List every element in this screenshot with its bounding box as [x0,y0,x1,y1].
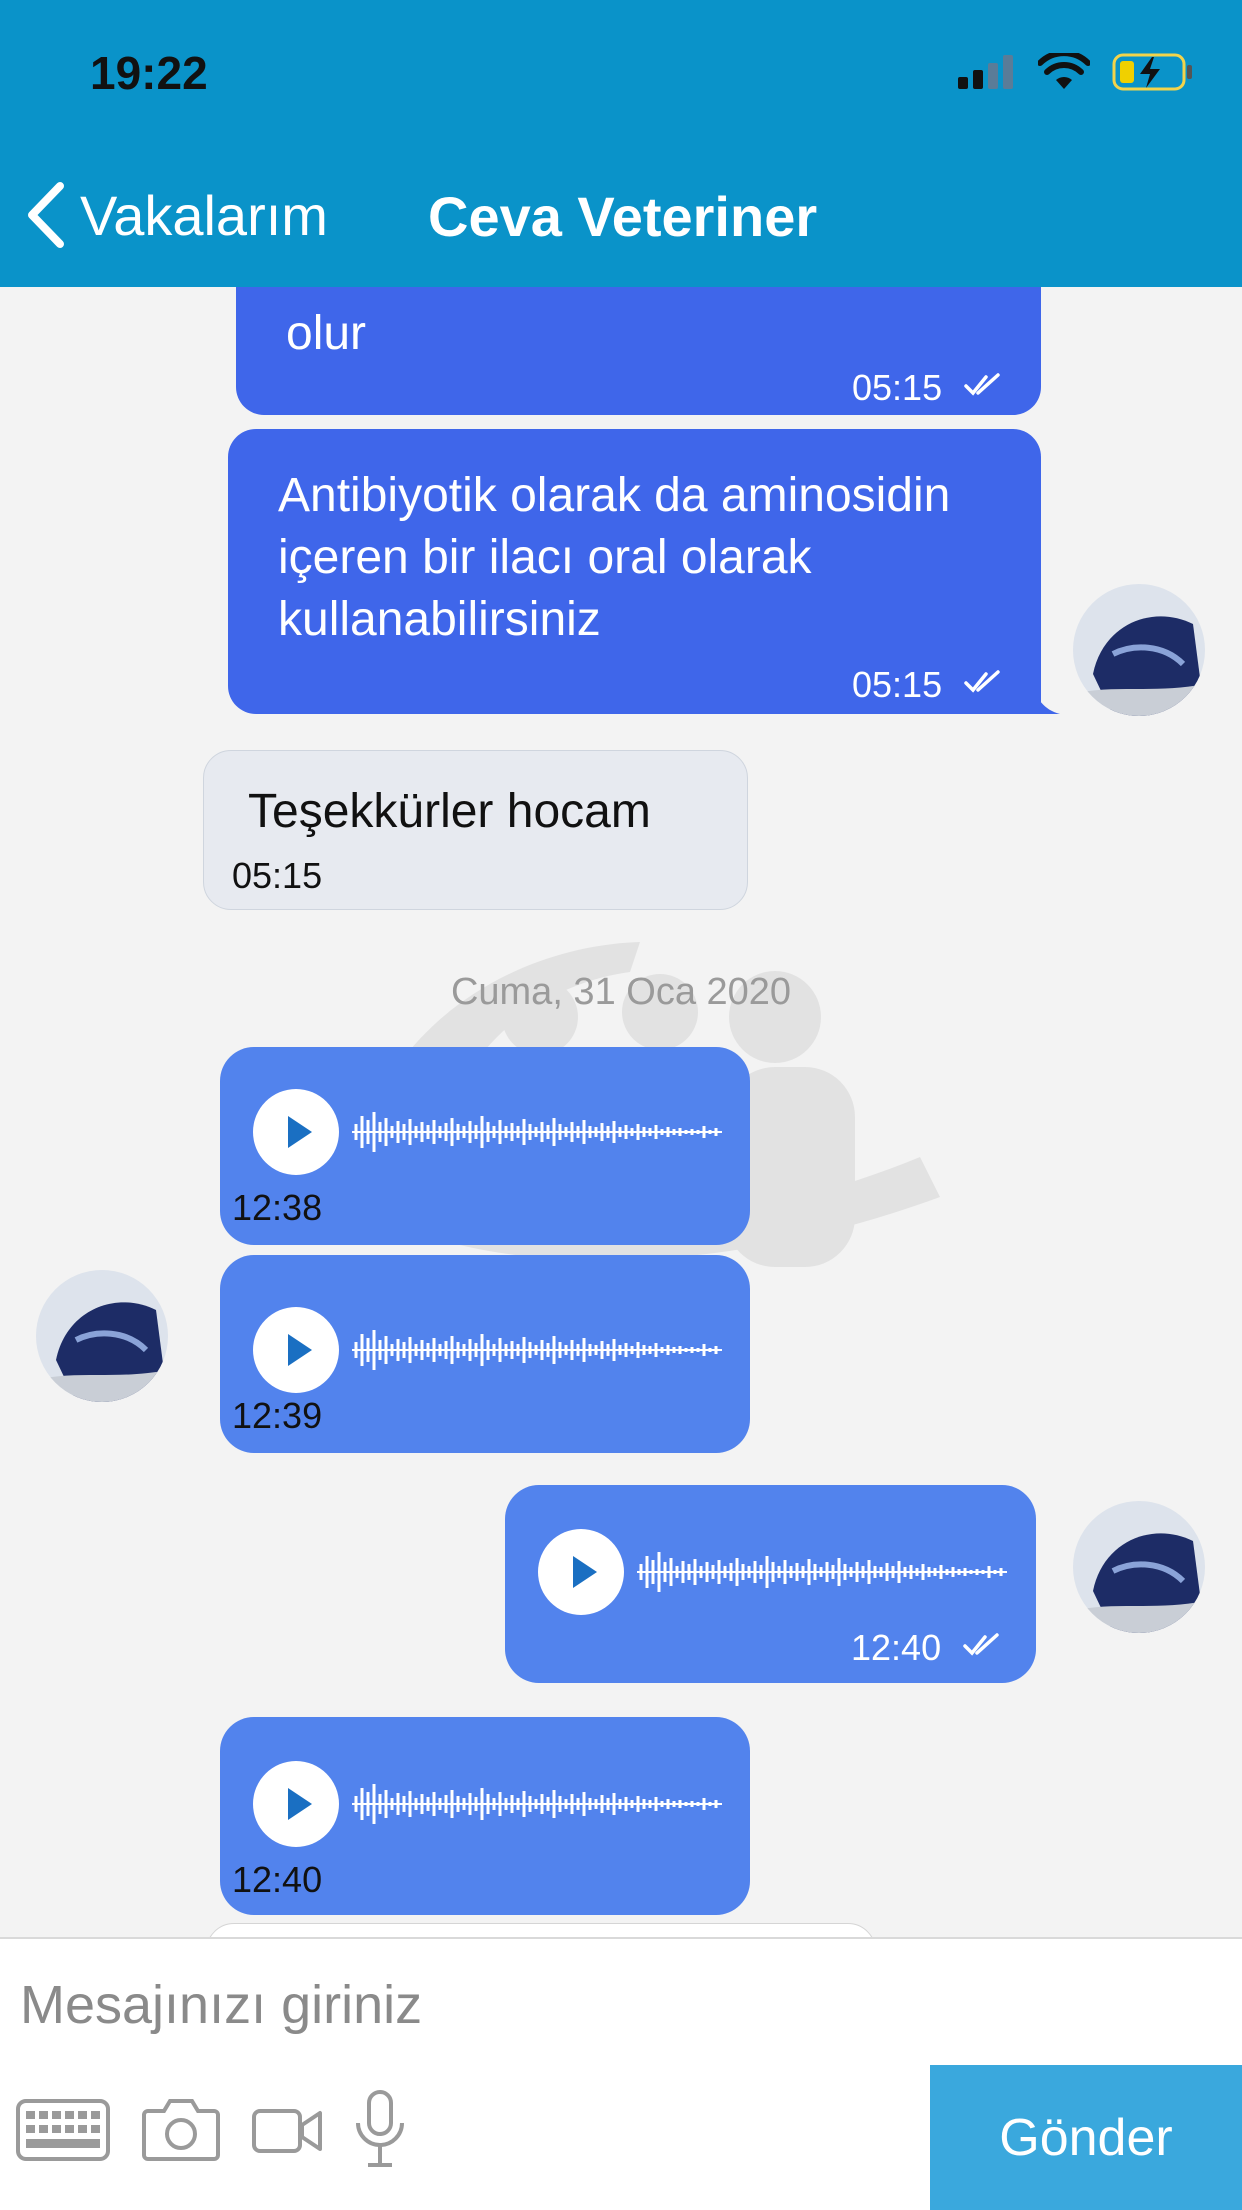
message-time: 12:38 [232,1187,323,1228]
camera-icon[interactable] [142,2095,220,2161]
audio-message-incoming[interactable]: 12:38 [220,1047,750,1245]
play-button[interactable] [253,1307,339,1393]
message-composer: Gönder [0,1937,1242,2210]
audio-waveform [637,1552,1007,1592]
date-separator: Cuma, 31 Oca 2020 [450,971,792,1013]
avatar[interactable] [36,1270,168,1402]
microphone-icon[interactable] [352,2089,408,2169]
video-camera-icon[interactable] [252,2107,322,2155]
double-check-icon [964,670,1000,693]
navigation-header: 19:22 Vakalarım Ceva Veteriner [0,0,1242,287]
cellular-signal-icon [958,55,1013,89]
wifi-icon [1038,53,1090,89]
audio-waveform [352,1112,722,1152]
send-button[interactable]: Gönder [930,2065,1242,2210]
message-bubble-outgoing[interactable]: Antibiyotik olarak da aminosidin içeren … [228,429,1041,714]
avatar[interactable] [1073,584,1205,716]
audio-message-incoming[interactable]: 12:40 [220,1717,750,1915]
message-time: 12:40 [232,1859,323,1900]
message-time: 12:40 [851,1627,942,1668]
play-icon [288,1116,312,1148]
keyboard-icon[interactable] [16,2099,110,2161]
play-button[interactable] [253,1089,339,1175]
audio-message-outgoing[interactable]: 12:40 [505,1485,1036,1683]
status-icons [958,52,1194,92]
audio-message-incoming[interactable]: 12:39 [220,1255,750,1453]
chevron-left-icon [28,182,64,248]
message-time: 12:39 [232,1395,323,1436]
message-time: 05:15 [232,855,323,896]
audio-waveform [352,1784,722,1824]
status-time: 19:22 [90,47,208,99]
message-input[interactable] [18,1969,902,2041]
message-text: Teşekkürler hocam [248,785,651,838]
double-check-icon [963,1633,999,1656]
back-button[interactable]: Vakalarım [24,182,328,248]
avatar[interactable] [1073,1501,1205,1633]
avatar-image [1073,1501,1205,1633]
back-label: Vakalarım [80,183,328,247]
play-icon [288,1788,312,1820]
play-icon [288,1334,312,1366]
chat-title: Ceva Veteriner [428,185,818,248]
message-time: 05:15 [852,367,943,408]
bubble-tail [1030,682,1060,714]
message-text: Antibiyotik olarak da aminosidin içeren … [278,469,951,646]
message-time: 05:15 [852,664,943,705]
play-button[interactable] [538,1529,624,1615]
battery-charging-icon [1112,53,1192,91]
avatar-image [1073,584,1205,716]
play-icon [573,1556,597,1588]
chat-thread[interactable]: olur 05:15 Antibiyotik olarak da aminosi… [0,287,1242,1937]
avatar-image [36,1270,168,1402]
double-check-icon [964,373,1000,396]
audio-waveform [352,1330,722,1370]
play-button[interactable] [253,1761,339,1847]
message-text: olur [286,307,367,360]
message-bubble-incoming[interactable]: Teşekkürler hocam 05:15 [203,750,748,910]
message-bubble-partial [206,1923,876,1937]
message-bubble-outgoing[interactable]: olur 05:15 [236,287,1041,415]
